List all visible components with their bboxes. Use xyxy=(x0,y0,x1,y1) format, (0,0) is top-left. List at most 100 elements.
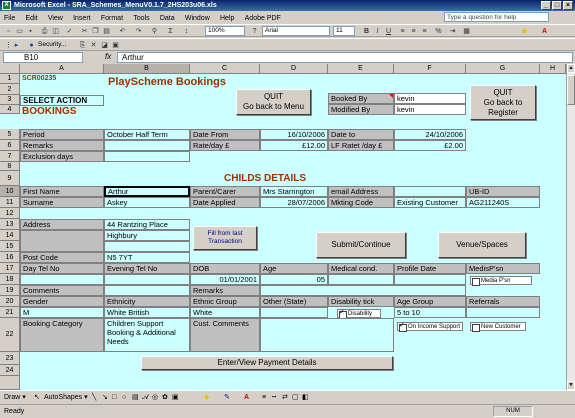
column-header-b[interactable]: B xyxy=(104,64,190,74)
name-box[interactable]: B10 xyxy=(3,52,83,63)
age-value[interactable]: 05 xyxy=(260,274,328,285)
textbox-icon[interactable]: ▤ xyxy=(132,391,139,404)
row-header[interactable]: 22 xyxy=(0,318,20,352)
remarks-value[interactable] xyxy=(104,140,190,151)
tools-icon[interactable]: ✕ xyxy=(89,41,98,50)
line-icon[interactable]: ╲ xyxy=(92,391,96,404)
fill-from-last-button[interactable]: Fill from last Transaction xyxy=(193,226,257,250)
vertical-scrollbar[interactable]: ▲ ▼ xyxy=(566,64,575,390)
borders-icon[interactable]: ▦ xyxy=(462,27,471,36)
formula-input[interactable]: Arthur xyxy=(117,52,573,63)
form-icon[interactable]: ⎘ xyxy=(78,41,87,50)
payment-details-button[interactable]: Enter/View Payment Details xyxy=(141,356,393,370)
picture-icon[interactable]: ▣ xyxy=(172,391,179,404)
parent-value[interactable]: Mrs Starrington xyxy=(260,186,328,197)
row-header[interactable]: 24 xyxy=(0,365,20,376)
undo-icon[interactable]: ↶ xyxy=(118,27,127,36)
quit-menu-button[interactable]: QUIT Go back to Menu xyxy=(236,89,311,115)
row-header[interactable]: 4 xyxy=(0,105,20,114)
fill-color-draw-icon[interactable]: ◆ xyxy=(204,391,209,404)
row-header[interactable]: 16 xyxy=(0,252,20,263)
row-header[interactable]: 13 xyxy=(0,219,20,230)
eve-tel-value[interactable] xyxy=(104,274,190,285)
autosum-icon[interactable]: Σ xyxy=(166,27,175,36)
quit-register-button[interactable]: QUIT Go back to Register xyxy=(470,85,536,120)
row-header[interactable]: 15 xyxy=(0,241,20,252)
align-right-icon[interactable]: ≡ xyxy=(420,27,429,36)
ubid-value[interactable]: AG211240S xyxy=(466,197,540,208)
align-left-icon[interactable]: ≡ xyxy=(398,27,407,36)
arrow-icon[interactable]: ↘ xyxy=(102,391,108,404)
paste-icon[interactable]: ▤ xyxy=(102,27,111,36)
column-header-f[interactable]: F xyxy=(394,64,466,74)
column-header-a[interactable]: A xyxy=(20,64,104,74)
row-header[interactable]: 12 xyxy=(0,208,20,219)
remarks2-value[interactable] xyxy=(260,285,466,296)
row-header[interactable]: 3 xyxy=(0,95,20,105)
shadow-icon[interactable]: ▢ xyxy=(292,391,299,404)
column-header-h[interactable]: H xyxy=(540,64,566,74)
postcode-value[interactable]: N5 7YT xyxy=(104,252,190,263)
column-header-e[interactable]: E xyxy=(328,64,394,74)
booking-category-value[interactable]: Children Support Booking & Additional Ne… xyxy=(104,318,190,352)
print-icon[interactable]: ⎙ xyxy=(40,27,49,36)
income-support-checkbox[interactable]: On Income Support xyxy=(397,322,463,332)
minimize-icon[interactable]: _ xyxy=(541,1,551,10)
maximize-icon[interactable]: □ xyxy=(552,1,562,10)
email-value[interactable] xyxy=(394,186,466,197)
row-header[interactable]: 5 xyxy=(0,129,20,140)
lf-rate-value[interactable]: £2.00 xyxy=(394,140,466,151)
row-header[interactable]: 6 xyxy=(0,140,20,151)
scroll-up-icon[interactable]: ▲ xyxy=(567,64,575,73)
row-header[interactable]: 18 xyxy=(0,274,20,285)
security-icon[interactable]: ● xyxy=(27,41,36,50)
row-header[interactable]: 10 xyxy=(0,186,20,197)
worksheet-grid[interactable]: A B C D E F G H 1 2 3 4 5 6 7 8 9 10 11 … xyxy=(0,64,566,390)
underline-icon[interactable]: U xyxy=(384,27,393,36)
zoom-select[interactable]: 100% xyxy=(205,26,245,36)
exclusion-value[interactable] xyxy=(104,151,190,162)
sort-icon[interactable]: ↕ xyxy=(182,27,191,36)
ethnicity-value[interactable]: White British xyxy=(104,307,190,318)
scroll-thumb[interactable] xyxy=(567,75,575,105)
period-value[interactable]: October Half Term xyxy=(104,129,190,140)
diagram-icon[interactable]: ◎ xyxy=(152,391,158,404)
row-header[interactable] xyxy=(0,376,20,390)
3d-icon[interactable]: ◧ xyxy=(302,391,309,404)
wordart-icon[interactable]: 𝒜 xyxy=(142,391,149,404)
indent-icon[interactable]: ⇥ xyxy=(448,27,457,36)
submit-continue-button[interactable]: Submit/Continue xyxy=(316,232,406,258)
font-color-draw-icon[interactable]: A xyxy=(244,391,249,404)
referrals-value[interactable] xyxy=(466,307,540,318)
rate-value[interactable]: £12.00 xyxy=(260,140,328,151)
fill-color-icon[interactable]: ◆ xyxy=(520,27,529,36)
row-header[interactable]: 19 xyxy=(0,285,20,296)
spelling-icon[interactable]: ✓ xyxy=(65,27,74,36)
cut-icon[interactable]: ✂ xyxy=(80,27,89,36)
new-icon[interactable]: ▫ xyxy=(4,27,13,36)
font-select[interactable]: Arial xyxy=(262,26,330,36)
column-header-c[interactable]: C xyxy=(190,64,260,74)
row-header[interactable]: 14 xyxy=(0,230,20,241)
oval-icon[interactable]: ○ xyxy=(122,391,126,404)
row-header[interactable]: 20 xyxy=(0,296,20,307)
date-to-value[interactable]: 24/10/2006 xyxy=(394,129,466,140)
date-applied-value[interactable]: 28/07/2006 xyxy=(260,197,328,208)
booked-by-value[interactable]: kevin xyxy=(394,93,466,104)
ethnic-group-value[interactable]: White xyxy=(190,307,260,318)
dash-style-icon[interactable]: ┅ xyxy=(272,391,276,404)
save-icon[interactable]: ▪ xyxy=(26,27,35,36)
media-psn-checkbox[interactable]: Media P'sn xyxy=(470,276,532,286)
address-line2[interactable]: Highbury xyxy=(104,230,190,241)
row-header[interactable]: 21 xyxy=(0,307,20,318)
arrow-style-icon[interactable]: ⇄ xyxy=(282,391,288,404)
row-header[interactable]: 23 xyxy=(0,352,20,365)
align-center-icon[interactable]: ≡ xyxy=(409,27,418,36)
surname-value[interactable]: Askey xyxy=(104,197,190,208)
scroll-down-icon[interactable]: ▼ xyxy=(567,381,575,390)
disability-checkbox[interactable]: Disability xyxy=(337,309,381,319)
design-icon[interactable]: ◪ xyxy=(100,41,109,50)
cust-comments-value[interactable] xyxy=(260,318,394,352)
autoshapes-menu[interactable]: AutoShapes ▾ xyxy=(44,391,88,404)
row-header[interactable]: 7 xyxy=(0,151,20,162)
